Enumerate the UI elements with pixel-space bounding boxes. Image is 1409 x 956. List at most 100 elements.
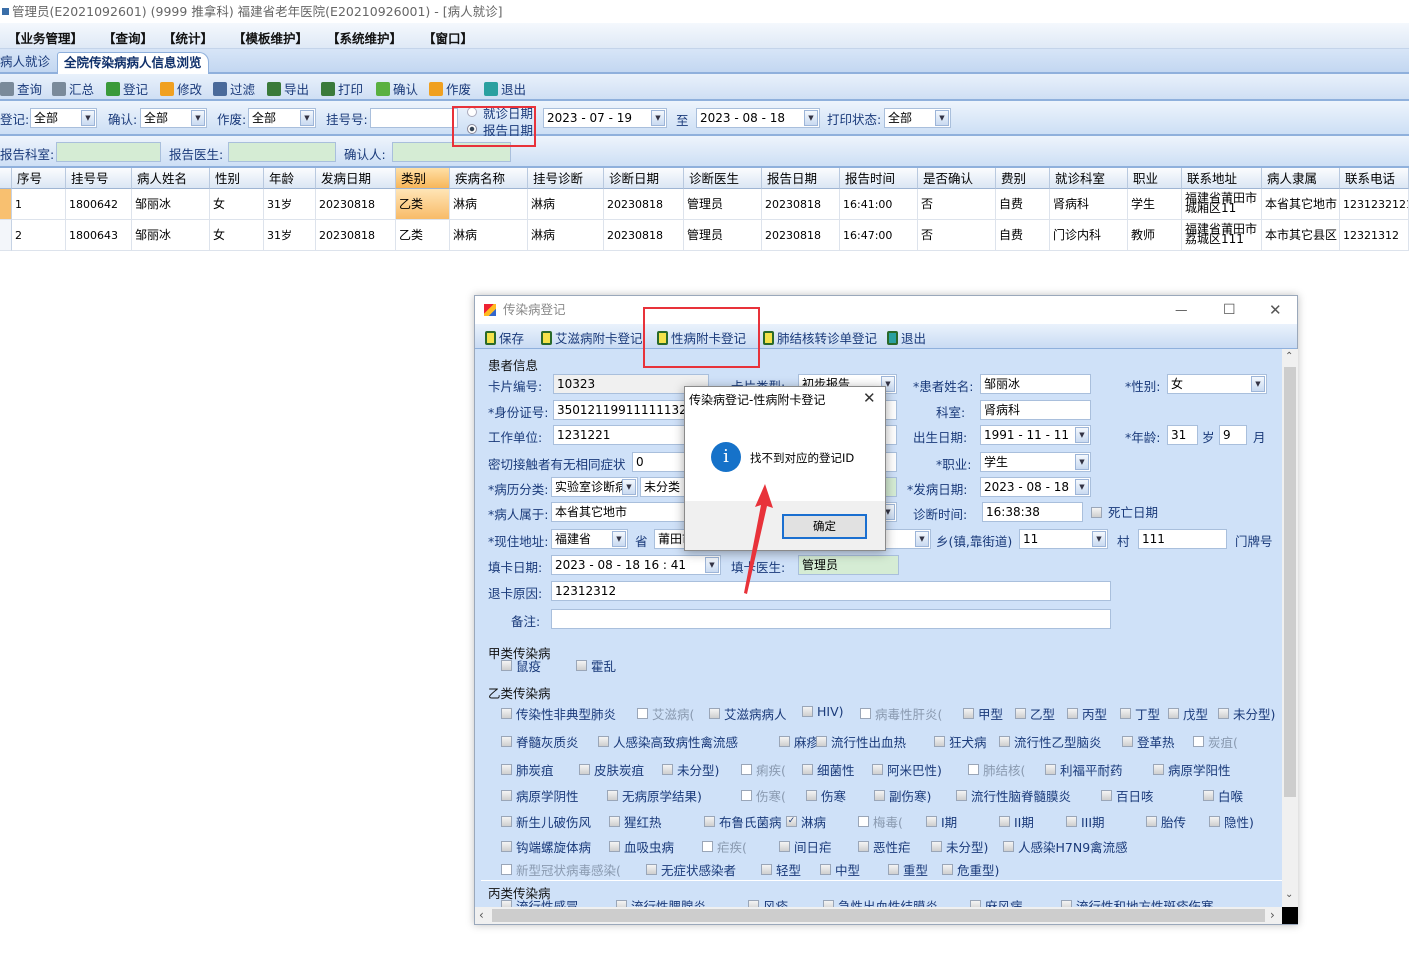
checkbox-box[interactable] bbox=[1015, 708, 1026, 719]
checkbox-box[interactable] bbox=[931, 841, 942, 852]
checkbox-box[interactable] bbox=[999, 736, 1010, 747]
column-header[interactable]: 是否确认 bbox=[918, 168, 996, 189]
checkbox-box[interactable] bbox=[802, 706, 813, 717]
gender-select[interactable]: 女 ▼ bbox=[1167, 374, 1267, 394]
minimize-button[interactable]: — bbox=[1175, 296, 1188, 324]
dialog-toolbar-button[interactable]: 保存 bbox=[485, 328, 524, 347]
toolbar-export-button[interactable]: 导出 bbox=[267, 79, 309, 98]
table-cell[interactable]: 自费 bbox=[996, 220, 1050, 251]
disease-checkbox[interactable]: 无病原学结果) bbox=[607, 786, 702, 805]
table-cell[interactable]: 自费 bbox=[996, 189, 1050, 220]
maximize-button[interactable]: ☐ bbox=[1223, 296, 1236, 324]
checkbox-box[interactable] bbox=[1045, 764, 1056, 775]
disease-checkbox[interactable]: 伤寒( bbox=[741, 786, 786, 805]
dept-input[interactable]: 肾病科 bbox=[980, 400, 1091, 420]
close-button[interactable]: ✕ bbox=[1269, 296, 1282, 324]
checkbox-box[interactable] bbox=[779, 841, 790, 852]
village-input[interactable]: 111 bbox=[1138, 529, 1227, 549]
tab-patient-visit[interactable]: 病人就诊 bbox=[0, 52, 56, 74]
checkbox-box[interactable] bbox=[926, 816, 937, 827]
column-header[interactable]: 挂号诊断 bbox=[528, 168, 604, 189]
fill-doctor-input[interactable]: 管理员 bbox=[798, 555, 899, 575]
disease-checkbox[interactable]: 艾滋病病人 bbox=[709, 704, 787, 723]
checkbox-box[interactable] bbox=[970, 900, 981, 907]
column-header[interactable]: 年龄 bbox=[264, 168, 316, 189]
checkbox-box[interactable] bbox=[802, 764, 813, 775]
menu-window[interactable]: 【窗口】 bbox=[423, 28, 473, 47]
row-selector[interactable] bbox=[0, 189, 12, 220]
column-header[interactable]: 联系电话 bbox=[1340, 168, 1409, 189]
checkbox-box[interactable] bbox=[637, 708, 648, 719]
table-cell[interactable]: 淋病 bbox=[528, 189, 604, 220]
date-from-picker[interactable]: 2023 - 07 - 19 ▼ bbox=[543, 108, 667, 128]
dialog-toolbar-button[interactable]: 肺结核转诊单登记 bbox=[763, 328, 877, 347]
patient-name-input[interactable]: 邹丽冰 bbox=[980, 374, 1091, 394]
checkbox-box[interactable] bbox=[1067, 708, 1078, 719]
checkbox-box[interactable] bbox=[501, 816, 512, 827]
table-cell[interactable]: 淋病 bbox=[450, 220, 528, 251]
disease-checkbox[interactable]: 钩端螺旋体病 bbox=[501, 837, 591, 856]
table-cell[interactable]: 管理员 bbox=[684, 220, 762, 251]
table-cell[interactable]: 16:41:00 bbox=[840, 189, 918, 220]
disease-checkbox[interactable]: 丁型 bbox=[1120, 704, 1160, 723]
disease-checkbox[interactable]: 疟疾( bbox=[702, 837, 747, 856]
town-select[interactable]: 11 ▼ bbox=[1019, 529, 1108, 549]
checkbox-box[interactable] bbox=[576, 660, 587, 671]
disease-checkbox[interactable]: 重型 bbox=[888, 860, 928, 879]
toolbar-edit-button[interactable]: 修改 bbox=[160, 79, 202, 98]
checkbox-box[interactable] bbox=[501, 864, 512, 875]
checkbox-box[interactable] bbox=[501, 790, 512, 801]
disease-checkbox[interactable]: 猩红热 bbox=[609, 812, 662, 831]
age-years-input[interactable]: 31 bbox=[1167, 425, 1198, 445]
table-cell[interactable]: 1800642 bbox=[66, 189, 132, 220]
disease-checkbox[interactable]: 脊髓灰质炎 bbox=[501, 732, 579, 751]
disease-checkbox[interactable]: 流行性感冒 bbox=[501, 896, 579, 907]
checkbox-box[interactable] bbox=[858, 841, 869, 852]
disease-checkbox[interactable]: 霍乱 bbox=[576, 656, 616, 675]
reg-no-input[interactable] bbox=[370, 108, 458, 128]
disease-checkbox[interactable]: 未分型) bbox=[1218, 704, 1275, 723]
disease-checkbox[interactable]: 病原学阳性 bbox=[1153, 760, 1231, 779]
case-class-select[interactable]: 实验室诊断病 ▼ bbox=[551, 477, 638, 497]
checkbox-box[interactable] bbox=[816, 736, 827, 747]
table-cell[interactable]: 本省其它地市 bbox=[1262, 189, 1340, 220]
disease-checkbox[interactable]: 梅毒( bbox=[858, 812, 903, 831]
disease-checkbox[interactable]: 风疹 bbox=[748, 896, 788, 907]
report-doctor-input[interactable] bbox=[228, 142, 336, 162]
dialog-toolbar-button[interactable]: 退出 bbox=[887, 328, 926, 347]
print-status-select[interactable]: 全部 ▼ bbox=[884, 108, 951, 128]
checkbox-box[interactable] bbox=[709, 708, 720, 719]
select-all-corner[interactable] bbox=[0, 168, 12, 189]
checkbox-box[interactable] bbox=[874, 790, 885, 801]
disease-checkbox[interactable]: 利福平耐药 bbox=[1045, 760, 1123, 779]
table-cell[interactable]: 管理员 bbox=[684, 189, 762, 220]
checkbox-box[interactable] bbox=[963, 708, 974, 719]
toolbar-search-button[interactable]: 查询 bbox=[0, 79, 42, 98]
onset-date-picker[interactable]: 2023 - 08 - 18 ▼ bbox=[980, 477, 1091, 497]
checkbox-box[interactable] bbox=[1003, 841, 1014, 852]
disease-checkbox[interactable]: III期 bbox=[1066, 812, 1105, 831]
row-selector[interactable] bbox=[0, 220, 12, 251]
disease-checkbox[interactable]: 鼠疫 bbox=[501, 656, 541, 675]
table-cell[interactable]: 20230818 bbox=[762, 189, 840, 220]
void-select[interactable]: 全部 ▼ bbox=[248, 108, 316, 128]
table-cell[interactable]: 女 bbox=[210, 220, 264, 251]
age-months-input[interactable]: 9 bbox=[1219, 425, 1247, 445]
table-cell[interactable]: 20230818 bbox=[604, 189, 684, 220]
table-cell[interactable]: 12321312 bbox=[1340, 220, 1409, 251]
disease-checkbox[interactable]: II期 bbox=[999, 812, 1034, 831]
disease-checkbox[interactable]: 炭疽( bbox=[1193, 732, 1238, 751]
table-cell[interactable]: 福建省莆田市荔城区111 bbox=[1182, 220, 1262, 251]
disease-checkbox[interactable]: 流行性和地方性斑疹伤寒 bbox=[1061, 896, 1214, 907]
disease-checkbox[interactable]: 百日咳 bbox=[1101, 786, 1154, 805]
disease-checkbox[interactable]: 传染性非典型肺炎 bbox=[501, 704, 616, 723]
close-icon[interactable]: ✕ bbox=[863, 389, 876, 407]
disease-checkbox[interactable]: 流行性腮腺炎 bbox=[616, 896, 706, 907]
checkbox-box[interactable] bbox=[1101, 790, 1112, 801]
column-header[interactable]: 费别 bbox=[996, 168, 1050, 189]
disease-checkbox[interactable]: I期 bbox=[926, 812, 957, 831]
table-cell[interactable]: 20230818 bbox=[604, 220, 684, 251]
menu-statistics[interactable]: 【统计】 bbox=[163, 28, 213, 47]
column-header[interactable]: 诊断医生 bbox=[684, 168, 762, 189]
checkbox-box[interactable] bbox=[968, 764, 979, 775]
